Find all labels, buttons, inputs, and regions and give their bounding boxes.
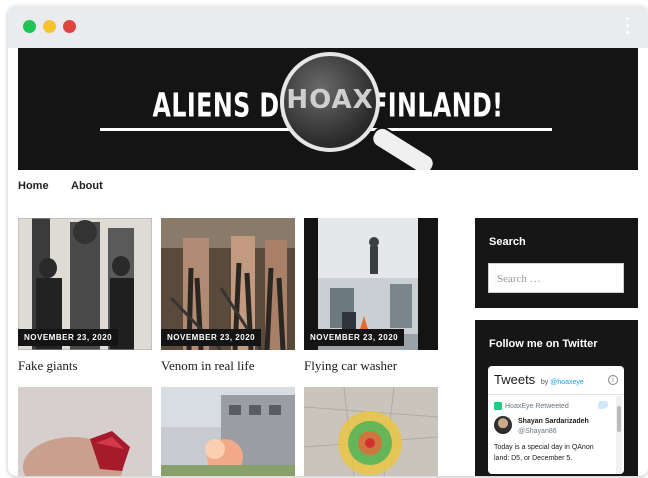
kebab-menu-icon[interactable] [626, 17, 630, 37]
post-thumbnail-map[interactable] [304, 387, 438, 476]
search-input[interactable]: Search … [488, 263, 624, 293]
window-green-dot[interactable] [23, 20, 36, 33]
post-title[interactable]: Venom in real life [161, 358, 255, 374]
tweets-by[interactable]: by @hoaxeye [541, 379, 584, 386]
retweet-text: HoaxEye Retweeted [505, 402, 569, 410]
twitter-timeline[interactable]: Tweets by @hoaxeye i HoaxEye Retweeted S… [488, 366, 624, 474]
tweets-by-prefix: by [540, 379, 549, 386]
retweet-label: HoaxEye Retweeted [494, 402, 569, 410]
retweet-icon [494, 402, 502, 410]
tweet-author-name[interactable]: Shayan Sardarizadeh [518, 418, 589, 425]
post-thumbnail-car-washer[interactable]: NOVEMBER 23, 2020 [304, 218, 438, 350]
timeline-scrollbar[interactable] [616, 396, 622, 474]
twitter-widget-title: Follow me on Twitter [489, 338, 598, 350]
tweets-header-label: Tweets [494, 372, 536, 387]
banner-lens-word: HOAX [286, 85, 374, 115]
post-card[interactable]: NOVEMBER 23, 2020 Venom in real life [161, 218, 295, 378]
search-widget-title: Search [489, 236, 526, 248]
search-widget: Search Search … [475, 218, 638, 308]
post-card[interactable]: NOVEMBER 23, 2020 Fake giants [18, 218, 152, 378]
post-date-badge: NOVEMBER 23, 2020 [304, 329, 405, 346]
avatar[interactable] [494, 416, 512, 434]
post-card[interactable] [161, 387, 295, 476]
post-date-badge: NOVEMBER 23, 2020 [161, 329, 262, 346]
site-banner[interactable]: ALIENS DISC IN FINLAND! HOAX [18, 48, 638, 170]
tweets-by-handle[interactable]: @hoaxeye [550, 379, 584, 386]
twitter-widget: Follow me on Twitter Tweets by @hoaxeye … [475, 320, 638, 476]
tweets-header[interactable]: Tweets by @hoaxeye [494, 372, 584, 387]
window-yellow-dot[interactable] [43, 20, 56, 33]
tweet-text: Today is a special day in QAnon land: D5… [494, 444, 594, 462]
post-title[interactable]: Flying car washer [304, 358, 397, 374]
post-card[interactable] [304, 387, 438, 476]
post-thumbnail-hand[interactable] [18, 387, 152, 476]
post-date-badge: NOVEMBER 23, 2020 [18, 329, 119, 346]
post-thumbnail-building[interactable] [161, 387, 295, 476]
browser-window: ALIENS DISC IN FINLAND! HOAX Home About [8, 6, 648, 476]
tweets-divider [488, 394, 624, 395]
nav-home-link[interactable]: Home [18, 180, 49, 192]
window-red-dot[interactable] [63, 20, 76, 33]
post-title[interactable]: Fake giants [18, 358, 78, 374]
window-titlebar [8, 6, 648, 48]
nav-about-link[interactable]: About [71, 180, 103, 192]
tweet-author-handle[interactable]: @Shayan86 [518, 428, 557, 435]
info-icon[interactable]: i [608, 375, 618, 385]
magnifying-glass-icon: HOAX [280, 52, 380, 152]
post-card[interactable] [18, 387, 152, 476]
twitter-bird-icon[interactable] [598, 401, 608, 409]
main-nav: Home About [18, 176, 121, 198]
post-thumbnail-venom[interactable]: NOVEMBER 23, 2020 [161, 218, 295, 350]
post-card[interactable]: NOVEMBER 23, 2020 Flying car washer [304, 218, 438, 378]
scrollbar-thumb[interactable] [617, 406, 621, 432]
post-thumbnail-giants[interactable]: NOVEMBER 23, 2020 [18, 218, 152, 350]
